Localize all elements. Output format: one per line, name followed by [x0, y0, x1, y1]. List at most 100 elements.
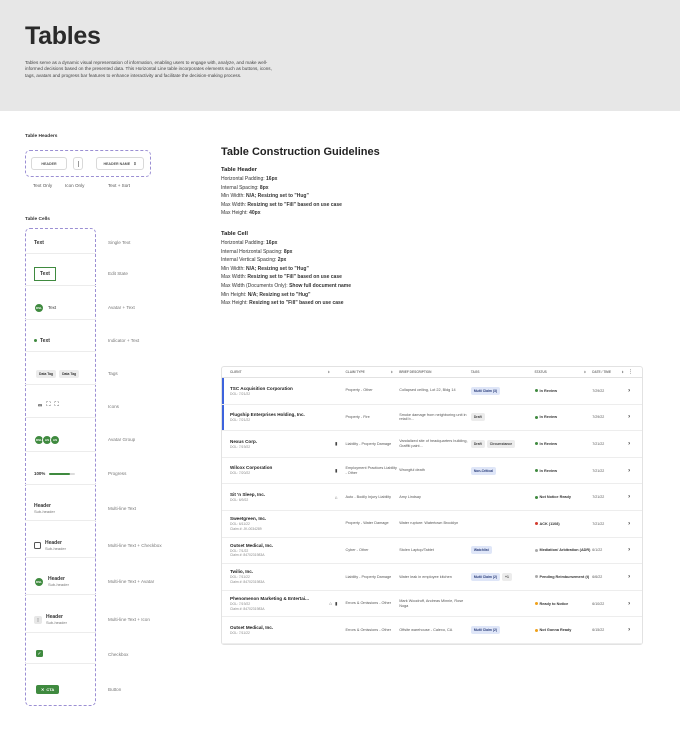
column-header-description[interactable]: BRIEF DESCRIPTION [399, 370, 471, 374]
link-icon[interactable]: ∞ [38, 403, 42, 409]
chevron-right-icon[interactable]: › [628, 521, 642, 527]
tag-chip[interactable]: Draft [470, 439, 485, 448]
status-cell: Mediation/ Arbitration (ADR) [534, 548, 593, 552]
tags-cell: Draft [470, 413, 535, 422]
status-dot-icon [534, 628, 538, 632]
more-options-icon[interactable]: ⋮ [628, 369, 642, 375]
header-text-only[interactable]: HEADER [31, 157, 67, 170]
tag-chip[interactable]: Draft [470, 413, 485, 422]
cell-edit-state[interactable]: Text [25, 262, 96, 286]
header-icon-only[interactable] [73, 157, 83, 170]
status-text: In Review [539, 441, 558, 446]
status-dot-icon [34, 339, 37, 342]
brief-description: Water rupture: Watertown Brooklyn [399, 521, 459, 526]
cell-avatar-group: DSL AS AS [25, 428, 96, 452]
construction-guidelines: Table Construction Guidelines Table Head… [221, 146, 481, 321]
client-cell: Plugship Enterprises Holding, Inc. DOL: 7… [222, 412, 322, 423]
cell-text: Text [48, 305, 57, 310]
page-description: Tables serve as a dynamic visual represe… [25, 60, 272, 78]
table-row[interactable]: Outset Medical, Inc. DOL: 7/11/22 Errors … [222, 617, 642, 644]
client-cell: Twilio, Inc. DOL: 7/11/22 Claim #: 8470231… [222, 569, 322, 584]
table-header-row: CLIENT ⇕ CLAIM TYPE ⇕ BRIEF DESCRIPTION T… [222, 367, 642, 378]
bookmark-icon[interactable]: ▮ [335, 468, 337, 474]
tag-chip[interactable]: Multi Claim (2) [470, 626, 501, 635]
cell-label: Button [108, 687, 122, 692]
tag-chip[interactable]: +1 [502, 572, 512, 581]
guideline-line: Max Width (Documents Only): Show full do… [221, 282, 352, 289]
table-headers-label: Table Headers [25, 134, 58, 139]
table-row[interactable]: Nexus Corp. DOL: 7/19/22 ▮ Liability - Pr… [222, 431, 642, 458]
cell-label: Icons [108, 404, 119, 409]
tag-chip[interactable]: Multi Claim (3) [470, 386, 501, 395]
status-dot-icon [534, 495, 538, 499]
table-row[interactable]: Wilcox Corporation DOL: 7/20/22 ▮ Employm… [222, 458, 642, 485]
client-subtext: Claim #: 8470231983A [230, 553, 265, 558]
chevron-right-icon[interactable]: › [628, 494, 642, 500]
client-subtext: DOL: 7/21/22 [230, 391, 251, 396]
tag-chip[interactable]: Circumstance [486, 439, 516, 448]
cell-edit-text[interactable]: Text [34, 266, 56, 281]
column-header-tags[interactable]: TAGS [471, 370, 535, 374]
tag-chip[interactable]: Multi Claim (2) [470, 572, 501, 581]
client-cell: Outset Medical, Inc. DOL: 7/11/22 [222, 625, 322, 636]
collapse-icon[interactable]: ⛶ [54, 402, 58, 409]
cell-indicator-text: Text [25, 330, 96, 352]
cell-progress: 100% [25, 463, 96, 485]
tags-cell: Non-Critical [470, 466, 535, 475]
header-text-sort[interactable]: HEADER NAME ⇕ [96, 157, 144, 170]
data-tag[interactable]: Data Tag [59, 369, 80, 378]
lock-icon[interactable]: ⌂ [335, 495, 338, 500]
status-dot-icon [534, 415, 538, 419]
claim-type: Cyber - Other [345, 547, 369, 552]
sort-icon: ⇕ [133, 161, 137, 166]
progress-value: 100% [34, 471, 46, 476]
tag-chip[interactable]: Non-Critical [470, 466, 497, 475]
client-subtext: DOL: 7/20/22 [230, 471, 251, 476]
expand-icon[interactable]: ⛶ [46, 402, 50, 409]
brief-description: Amy Lindsay [399, 494, 421, 499]
status-cell: In Review [534, 441, 593, 446]
chevron-right-icon[interactable]: › [628, 468, 642, 474]
chevron-right-icon[interactable]: › [628, 414, 642, 420]
divider-icon [77, 160, 79, 167]
cell-label: Avatar Group [108, 437, 136, 442]
table-row[interactable]: Plugship Enterprises Holding, Inc. DOL: 7… [222, 404, 642, 432]
progress-bar [49, 472, 76, 475]
column-header-status[interactable]: STATUS ⇕ [535, 370, 593, 374]
table-row[interactable]: Outset Medical, Inc. DOL: 7/1/22 Claim #: … [222, 538, 642, 565]
column-header-claim-type[interactable]: CLAIM TYPE ⇕ [341, 370, 399, 374]
claim-type: Property - Other [345, 388, 373, 393]
table-row[interactable]: TSC Acquisition Corporation DOL: 7/21/22 … [222, 378, 642, 405]
chevron-right-icon[interactable]: › [628, 388, 642, 394]
checkbox-checked[interactable]: ✓ [36, 650, 43, 657]
column-header-date[interactable]: DATE / TIME ⇕ [592, 370, 628, 374]
client-cell: Sit 'n Sleep, Inc. DOL: 6/9/22 [222, 492, 322, 503]
bookmark-icon[interactable]: ▮ [335, 441, 337, 447]
table-row[interactable]: Sweetgreen, Inc. DOL: 6/11/22 Claim #: JK-… [222, 511, 642, 538]
chevron-right-icon[interactable]: › [628, 627, 642, 633]
table-row[interactable]: Twilio, Inc. DOL: 7/11/22 Claim #: 8470231… [222, 564, 642, 591]
client-cell: Phenomenon Marketing & Entertai... DOL: 7… [222, 596, 322, 611]
tags-cell: Multi Claim (3) [470, 386, 535, 395]
claim-type: Liability - Property Damage [345, 441, 392, 446]
table-row[interactable]: Phenomenon Marketing & Entertai... DOL: 7… [222, 591, 642, 618]
checkbox[interactable] [34, 542, 41, 549]
chevron-right-icon[interactable]: › [628, 601, 642, 607]
data-tag[interactable]: Data Tag [36, 369, 57, 378]
chevron-right-icon[interactable]: › [628, 441, 642, 447]
cell-label: Checkbox [108, 652, 129, 657]
lock-icon[interactable]: ⌂ [329, 601, 332, 607]
status-dot-icon [534, 602, 538, 606]
table-row[interactable]: Sit 'n Sleep, Inc. DOL: 6/9/22 ⌂ Auto - B… [222, 484, 642, 511]
chevron-right-icon[interactable]: › [628, 574, 642, 580]
claim-type: Property - Fire [345, 414, 370, 419]
date-cell: 6/15/22 [592, 628, 605, 633]
date-cell: 7/21/22 [592, 441, 605, 446]
brief-description: Mark Woodruff, Andreas Minnie, Rose Noga [399, 598, 464, 608]
bookmark-icon[interactable]: ▮ [335, 601, 337, 607]
tag-chip[interactable]: Watchlist [470, 546, 492, 555]
cta-button[interactable]: ✕ CTA [36, 684, 60, 694]
column-header-client[interactable]: CLIENT [222, 370, 322, 374]
chevron-right-icon[interactable]: › [628, 547, 642, 553]
sort-icon[interactable]: ⇕ [322, 370, 342, 374]
